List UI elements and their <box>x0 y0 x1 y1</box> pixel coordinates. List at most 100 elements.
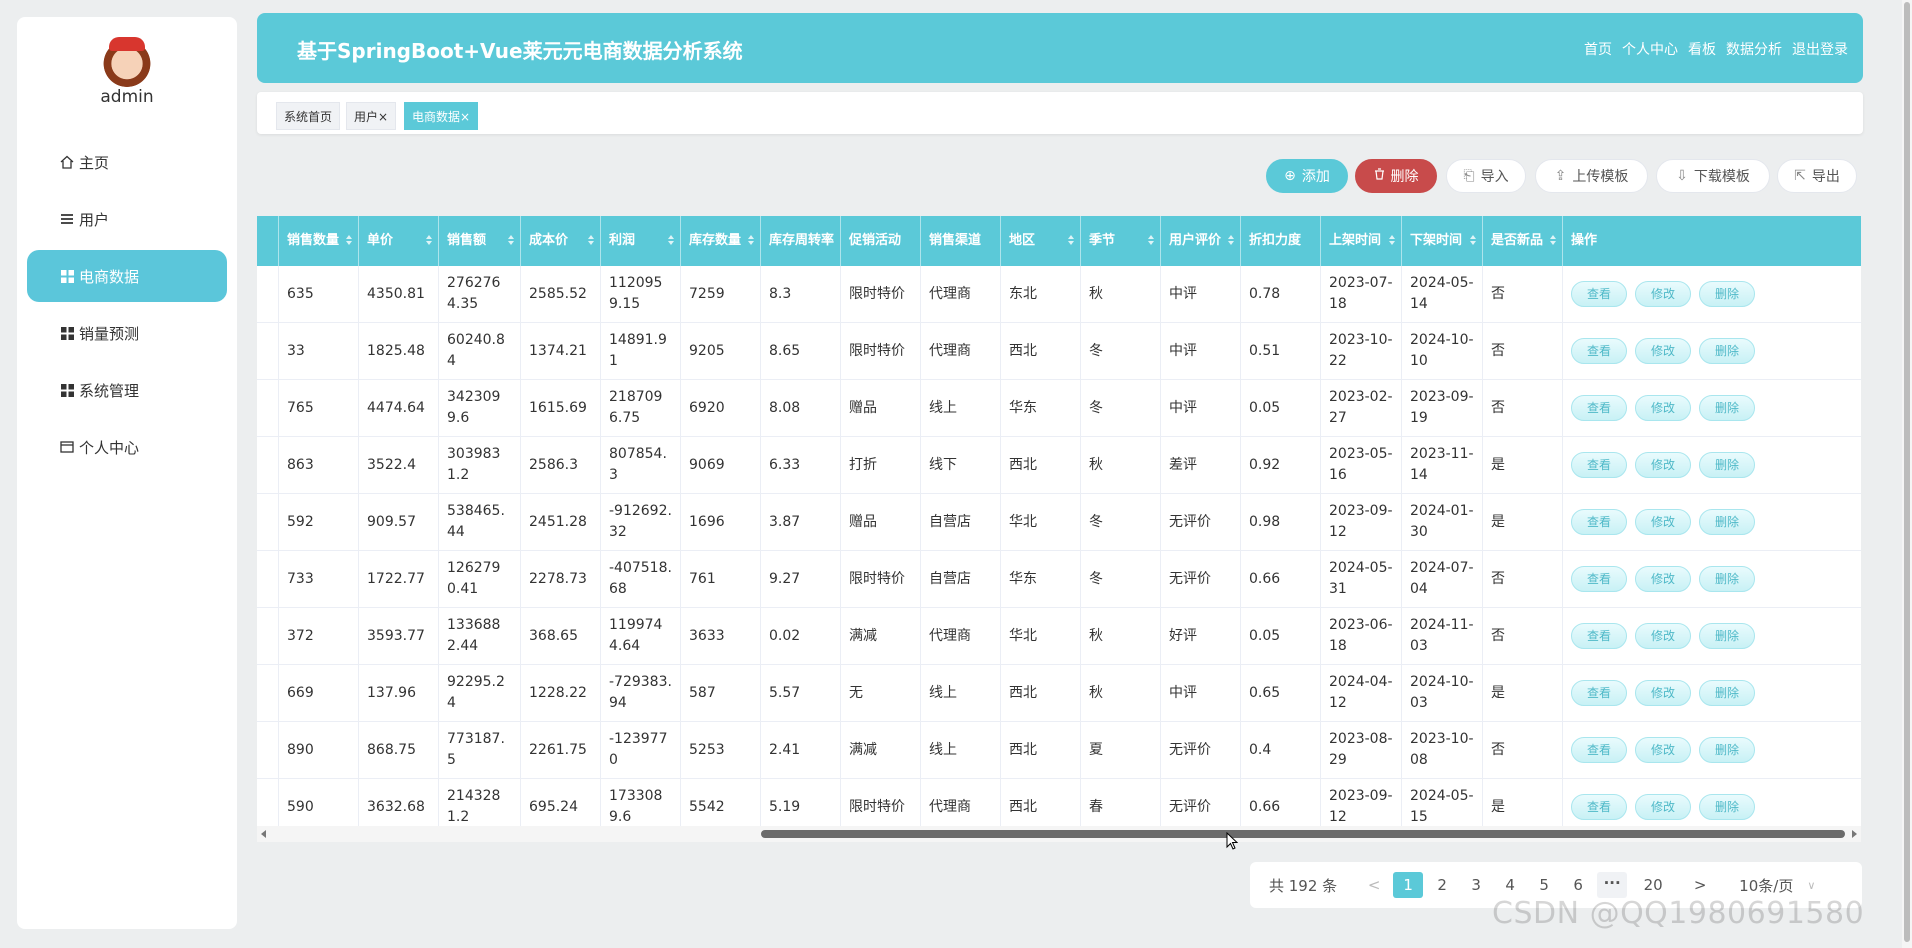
row-delete-button[interactable]: 删除 <box>1699 395 1755 421</box>
vertical-scroll-thumb[interactable] <box>1904 2 1910 942</box>
table-row[interactable]: 733 1722.77 1262790.41 2278.73 -407518.68 761… <box>257 551 1861 608</box>
column-header[interactable]: 成本价 <box>521 216 601 266</box>
column-header[interactable]: 用户评价 <box>1161 216 1241 266</box>
row-delete-button[interactable]: 删除 <box>1699 452 1755 478</box>
edit-button[interactable]: 修改 <box>1635 794 1691 820</box>
edit-button[interactable]: 修改 <box>1635 395 1691 421</box>
download-template-button[interactable]: ⇩ 下载模板 <box>1656 159 1770 193</box>
page-6-button[interactable]: 6 <box>1563 876 1593 894</box>
horizontal-scroll-thumb[interactable] <box>761 830 1845 838</box>
column-header[interactable]: 地区 <box>1001 216 1081 266</box>
import-button[interactable]: ⎗ 导入 <box>1446 159 1526 193</box>
table-row[interactable]: 890 868.75 773187.5 2261.75 -1239770 5253 2.41… <box>257 722 1861 779</box>
page-1-button[interactable]: 1 <box>1393 872 1424 898</box>
table-row[interactable]: 635 4350.81 2762764.35 2585.52 1120959.15 725… <box>257 266 1861 323</box>
add-button[interactable]: ⊕ 添加 <box>1266 159 1348 193</box>
table-row[interactable]: 592 909.57 538465.44 2451.28 -912692.32 1696 3… <box>257 494 1861 551</box>
more-pages-button[interactable]: ··· <box>1597 872 1628 898</box>
column-header[interactable]: 库存数量 <box>681 216 761 266</box>
vertical-scrollbar[interactable] <box>1902 0 1912 948</box>
sort-icon[interactable] <box>346 235 352 245</box>
sort-icon[interactable] <box>1550 235 1556 245</box>
table-row[interactable]: 669 137.96 92295.24 1228.22 -729383.94 587 5.5… <box>257 665 1861 722</box>
sort-icon[interactable] <box>426 235 432 245</box>
edit-button[interactable]: 修改 <box>1635 452 1691 478</box>
edit-button[interactable]: 修改 <box>1635 338 1691 364</box>
sidebar-item-ecommerce-data[interactable]: 电商数据 <box>27 250 227 302</box>
page-4-button[interactable]: 4 <box>1495 876 1525 894</box>
sidebar-item-system-management[interactable]: 系统管理 <box>27 364 227 416</box>
column-header[interactable]: 利润 <box>601 216 681 266</box>
row-delete-button[interactable]: 删除 <box>1699 566 1755 592</box>
view-button[interactable]: 查看 <box>1571 281 1627 307</box>
edit-button[interactable]: 修改 <box>1635 509 1691 535</box>
row-delete-button[interactable]: 删除 <box>1699 623 1755 649</box>
page-2-button[interactable]: 2 <box>1427 876 1457 894</box>
nav-logout[interactable]: 退出登录 <box>1792 13 1848 87</box>
tab-ecommerce-data[interactable]: 电商数据× <box>404 102 479 130</box>
column-header[interactable]: 销售额 <box>439 216 521 266</box>
view-button[interactable]: 查看 <box>1571 737 1627 763</box>
column-header[interactable]: 下架时间 <box>1402 216 1483 266</box>
row-delete-button[interactable]: 删除 <box>1699 737 1755 763</box>
nav-personal-center[interactable]: 个人中心 <box>1622 13 1678 87</box>
sort-icon[interactable] <box>508 235 514 245</box>
prev-page-button[interactable]: < <box>1359 876 1389 894</box>
edit-button[interactable]: 修改 <box>1635 623 1691 649</box>
view-button[interactable]: 查看 <box>1571 452 1627 478</box>
table-row[interactable]: 372 3593.77 1336882.44 368.65 1199744.64 3633… <box>257 608 1861 665</box>
view-button[interactable]: 查看 <box>1571 509 1627 535</box>
table-row[interactable]: 863 3522.4 3039831.2 2586.3 807854.3 9069 6.33… <box>257 437 1861 494</box>
page-5-button[interactable]: 5 <box>1529 876 1559 894</box>
row-delete-button[interactable]: 删除 <box>1699 509 1755 535</box>
view-button[interactable]: 查看 <box>1571 395 1627 421</box>
sort-icon[interactable] <box>1470 235 1476 245</box>
view-button[interactable]: 查看 <box>1571 794 1627 820</box>
edit-button[interactable]: 修改 <box>1635 281 1691 307</box>
column-header[interactable]: 销售渠道 <box>921 216 1001 266</box>
sort-icon[interactable] <box>1389 235 1395 245</box>
view-button[interactable]: 查看 <box>1571 566 1627 592</box>
view-button[interactable]: 查看 <box>1571 680 1627 706</box>
sidebar-item-personal-center[interactable]: 个人中心 <box>27 421 227 473</box>
sort-icon[interactable] <box>1068 235 1074 245</box>
sidebar-item-sales-forecast[interactable]: 销量预测 <box>27 307 227 359</box>
sort-icon[interactable] <box>748 235 754 245</box>
sidebar-item-users[interactable]: 用户 <box>27 193 227 245</box>
sort-icon[interactable] <box>1228 235 1234 245</box>
page-3-button[interactable]: 3 <box>1461 876 1491 894</box>
sidebar-item-home[interactable]: 主页 <box>27 136 227 188</box>
edit-button[interactable]: 修改 <box>1635 737 1691 763</box>
column-header[interactable]: 促销活动 <box>841 216 921 266</box>
tab-users[interactable]: 用户× <box>346 102 397 130</box>
sort-icon[interactable] <box>588 235 594 245</box>
sort-icon[interactable] <box>1148 235 1154 245</box>
view-button[interactable]: 查看 <box>1571 623 1627 649</box>
table-row[interactable]: 590 3632.68 2143281.2 695.24 1733089.6 5542 5.… <box>257 779 1861 826</box>
row-delete-button[interactable]: 删除 <box>1699 338 1755 364</box>
page-20-button[interactable]: 20 <box>1631 876 1675 894</box>
view-button[interactable]: 查看 <box>1571 338 1627 364</box>
column-header[interactable]: 上架时间 <box>1321 216 1402 266</box>
column-header[interactable]: 库存周转率 <box>761 216 841 266</box>
export-button[interactable]: ⇱ 导出 <box>1777 159 1857 193</box>
scroll-left-arrow-icon[interactable] <box>261 830 266 838</box>
column-header[interactable]: 季节 <box>1081 216 1161 266</box>
user-avatar[interactable] <box>101 35 153 87</box>
column-header[interactable]: 单价 <box>359 216 439 266</box>
column-header[interactable]: 折扣力度 <box>1241 216 1321 266</box>
row-delete-button[interactable]: 删除 <box>1699 281 1755 307</box>
column-header[interactable]: 是否新品 <box>1483 216 1563 266</box>
nav-dashboard[interactable]: 看板 <box>1688 13 1716 87</box>
row-delete-button[interactable]: 删除 <box>1699 680 1755 706</box>
table-row[interactable]: 33 1825.48 60240.84 1374.21 14891.91 9205 8.65… <box>257 323 1861 380</box>
nav-data-analysis[interactable]: 数据分析 <box>1726 13 1782 87</box>
table-row[interactable]: 765 4474.64 3423099.6 1615.69 2187096.75 6920… <box>257 380 1861 437</box>
column-header[interactable]: 销售数量 <box>279 216 359 266</box>
sort-icon[interactable] <box>668 235 674 245</box>
edit-button[interactable]: 修改 <box>1635 680 1691 706</box>
row-delete-button[interactable]: 删除 <box>1699 794 1755 820</box>
page-size-select[interactable]: 10条/页 ∨ <box>1739 875 1815 896</box>
horizontal-scrollbar[interactable] <box>257 826 1861 842</box>
scroll-right-arrow-icon[interactable] <box>1852 830 1857 838</box>
